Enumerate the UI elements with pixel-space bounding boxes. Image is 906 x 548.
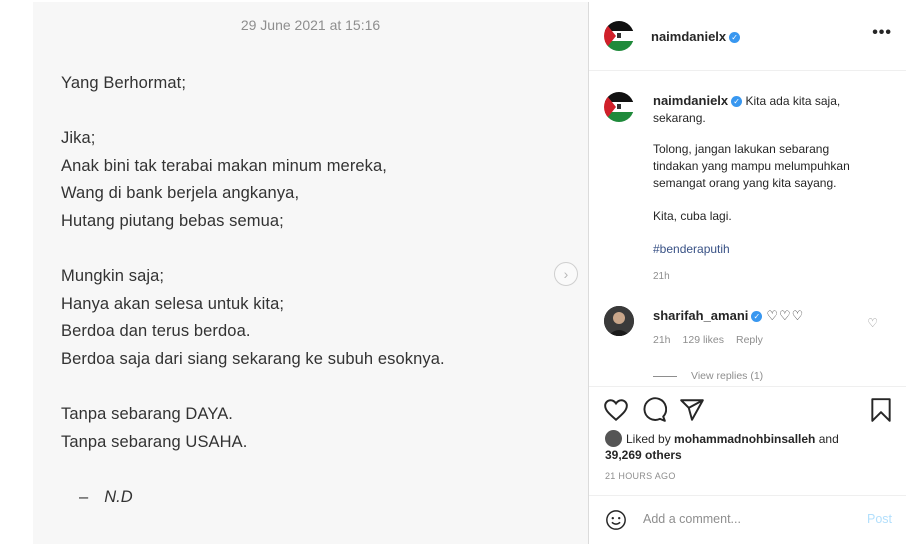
comment-username[interactable]: sharifah_amani xyxy=(653,308,748,323)
note-timestamp: 29 June 2021 at 15:16 xyxy=(240,17,381,33)
caption: naimdanielx ✓ Kita ada kita saja, sekaran… xyxy=(653,92,873,301)
liked-by-and: and xyxy=(815,432,839,446)
post-image-panel: 29 June 2021 at 15:16 Yang Berhormat; Jik… xyxy=(33,2,588,544)
poem-line: Hanya akan selesa untuk kita; xyxy=(61,294,285,313)
comment-likes[interactable]: 129 likes xyxy=(683,334,724,346)
avatar[interactable] xyxy=(604,21,634,51)
liked-by-prefix: Liked by xyxy=(626,432,675,446)
bookmark-icon[interactable] xyxy=(868,397,894,423)
poem-line: Berdoa saja dari siang sekarang ke subuh… xyxy=(61,349,445,368)
header-user: naimdanielx ✓ xyxy=(651,28,741,46)
caption-text-3: Kita, cuba lagi. xyxy=(653,209,732,223)
poem-line: Tanpa sebarang USAHA. xyxy=(61,432,248,451)
comments-area[interactable]: naimdanielx ✓ Kita ada kita saja, sekaran… xyxy=(589,70,906,386)
comment-text: ♡♡♡ xyxy=(766,308,805,323)
liked-by: Liked by mohammadnohbinsalleh and 39,269… xyxy=(605,430,895,463)
verified-icon: ✓ xyxy=(731,96,743,107)
hashtag-link[interactable]: #benderaputih xyxy=(653,242,730,256)
poem-text: Yang Berhormat; Jika; Anak bini tak teraba… xyxy=(61,70,445,456)
add-comment-row: Add a comment... Post xyxy=(589,495,906,545)
replies-line xyxy=(653,375,677,377)
heart-icon[interactable] xyxy=(603,397,629,423)
verified-icon: ✓ xyxy=(729,32,741,43)
poem-line: Tanpa sebarang DAYA. xyxy=(61,405,233,424)
view-replies-button[interactable]: View replies (1) xyxy=(653,370,763,382)
liker-avatar[interactable] xyxy=(605,430,622,447)
verified-icon: ✓ xyxy=(751,311,763,322)
comment-time: 21h xyxy=(653,334,671,346)
poem-line: Yang Berhormat; xyxy=(61,74,187,92)
post-button[interactable]: Post xyxy=(867,512,892,526)
post-header: naimdanielx ✓ ••• xyxy=(589,2,906,71)
signature-name: N.D xyxy=(104,488,133,506)
post-sidebar: naimdanielx ✓ ••• naimdanielx ✓ Kita ada k… xyxy=(588,2,906,544)
header-username[interactable]: naimdanielx xyxy=(651,29,726,44)
poem-line: Jika; xyxy=(61,129,96,148)
caption-time: 21h xyxy=(653,271,670,282)
poem-line: Hutang piutang bebas semua; xyxy=(61,211,284,230)
emoji-icon[interactable] xyxy=(605,509,627,531)
action-bar xyxy=(589,386,906,433)
signature: – N.D xyxy=(79,488,133,507)
caption-text-2: Tolong, jangan lakukan sebarang tindakan… xyxy=(653,142,850,190)
likes-others-link[interactable]: 39,269 others xyxy=(605,448,682,462)
poem-blank-line xyxy=(61,236,445,264)
flag-avatar-icon xyxy=(604,92,634,122)
poem-line: Wang di bank berjela angkanya, xyxy=(61,184,300,203)
caption-username[interactable]: naimdanielx xyxy=(653,93,728,108)
share-icon[interactable] xyxy=(679,397,705,423)
heart-icon[interactable]: ♡ xyxy=(867,316,878,330)
chevron-right-icon: › xyxy=(563,266,569,282)
post-time-ago[interactable]: 21 HOURS AGO xyxy=(605,471,676,481)
poem-line: Anak bini tak terabai makan minum mereka… xyxy=(61,156,387,175)
commenter-avatar[interactable] xyxy=(604,306,634,336)
comment-icon[interactable] xyxy=(641,397,667,423)
person-avatar-icon xyxy=(604,306,634,336)
comment: sharifah_amani ✓ ♡♡♡ 21h 129 likes Reply xyxy=(653,308,873,346)
add-comment-input[interactable]: Add a comment... xyxy=(643,512,741,526)
liker-username[interactable]: mohammadnohbinsalleh xyxy=(674,432,815,446)
poem-line: Mungkin saja; xyxy=(61,267,165,286)
poem-blank-line xyxy=(61,374,445,402)
signature-dash: – xyxy=(79,488,89,506)
flag-avatar-icon xyxy=(604,21,634,51)
poem-blank-line xyxy=(61,98,445,126)
poem-line: Berdoa dan terus berdoa. xyxy=(61,322,251,341)
next-image-button[interactable]: › xyxy=(554,262,578,286)
reply-button[interactable]: Reply xyxy=(736,334,763,346)
more-options-button[interactable]: ••• xyxy=(872,24,892,42)
caption-avatar[interactable] xyxy=(604,92,634,122)
view-replies-label: View replies (1) xyxy=(691,370,764,382)
